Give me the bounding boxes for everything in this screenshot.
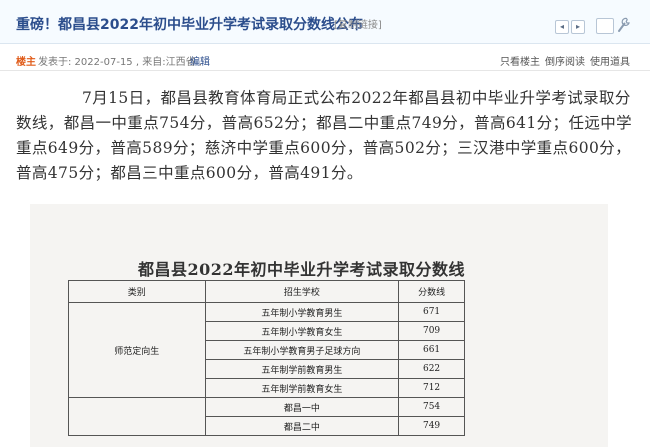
post-info: 发表于: 2022-07-15 , 来自:江西省 , [38,57,202,68]
score-document-image: 都昌县2022年初中毕业升学考试录取分数线 类别 招生学校 分数线 师范定向生 … [30,204,608,447]
table-row: 师范定向生 五年制小学教育男生 671 [68,302,465,398]
category-normal-school: 师范定向生 [68,302,206,398]
wrench-icon[interactable] [617,17,631,35]
thread-header: 重磅！都昌县2022年初中毕业升学考试录取分数线公布 [复制链接] ◂ ▸ [0,0,650,44]
favorite-box[interactable] [596,18,614,34]
score-cell: 661 [398,340,465,360]
school-cell: 五年制小学教育男子足球方向 [204,340,400,360]
reverse-order-link[interactable]: 倒序阅读 [545,53,585,68]
header-category: 类别 [68,280,206,303]
score-cell: 749 [398,416,465,436]
score-cell: 754 [398,397,465,417]
only-op-link[interactable]: 只看楼主 [500,53,540,68]
score-cell: 622 [398,359,465,379]
thread-title: 重磅！都昌县2022年初中毕业升学考试录取分数线公布 [16,17,363,33]
school-cell: 五年制学前教育男生 [204,359,400,379]
copy-link-button[interactable]: [复制链接] [334,16,382,31]
header-school: 招生学校 [204,280,400,303]
edit-link[interactable]: 编辑 [190,53,210,68]
score-cell: 671 [398,302,465,322]
score-cell: 712 [398,378,465,398]
score-table: 类别 招生学校 分数线 师范定向生 五年制小学教育男生 671 五年制小学教育女… [68,280,465,436]
category-key-schools [68,397,206,436]
header-score: 分数线 [398,280,465,303]
next-icon[interactable]: ▸ [571,20,585,34]
school-cell: 都昌一中 [204,397,400,417]
document-title: 都昌县2022年初中毕业升学考试录取分数线 [138,260,466,279]
school-cell: 五年制学前教育女生 [204,378,400,398]
article-body: 7月15日，都昌县教育体育局正式公布2022年都昌县初中毕业升学考试录取分数线，… [16,89,633,182]
school-cell: 五年制小学教育男生 [204,302,400,322]
post-meta-bar: 楼主 发表于: 2022-07-15 , 来自:江西省 , 编辑 只看楼主 倒序… [0,45,650,71]
score-cell: 709 [398,321,465,341]
tools-link[interactable]: 使用道具 [590,53,630,68]
table-header-row: 类别 招生学校 分数线 [68,280,465,303]
table-row: 都昌一中 754 [68,397,465,436]
school-cell: 五年制小学教育女生 [204,321,400,341]
author-badge: 楼主 [16,57,36,68]
prev-icon[interactable]: ◂ [555,20,569,34]
school-cell: 都昌二中 [204,416,400,436]
